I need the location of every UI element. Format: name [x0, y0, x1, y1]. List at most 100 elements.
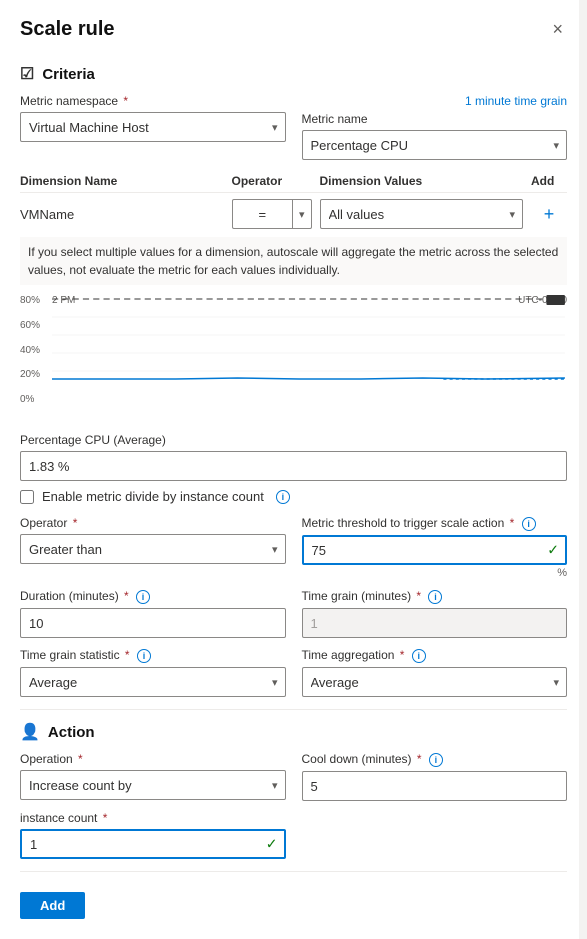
dim-header-add: Add: [531, 174, 567, 188]
dim-operator-chevron-icon[interactable]: ▾: [292, 200, 311, 228]
footer-divider: [20, 871, 567, 872]
operation-label: Operation *: [20, 752, 286, 766]
action-label: Action: [48, 724, 95, 741]
scrollbar[interactable]: [579, 0, 587, 939]
section-divider: [20, 709, 567, 710]
metric-name-col: 1 minute time grain Metric name Percenta…: [302, 94, 568, 160]
instance-count-col: instance count * ✓: [20, 811, 286, 859]
duration-timegrain-row: Duration (minutes) * i Time grain (minut…: [20, 589, 567, 638]
operation-col: Operation * Increase count by Decrease c…: [20, 752, 286, 801]
panel-header: Scale rule ×: [0, 0, 587, 52]
chart-svg: [52, 295, 567, 385]
threshold-info-icon[interactable]: i: [522, 517, 536, 531]
action-section-header: 👤 Action: [20, 722, 567, 742]
time-grain-input: [302, 608, 568, 638]
chart-y-labels: 80% 60% 40% 20% 0%: [20, 295, 52, 405]
dim-values-select[interactable]: All values: [320, 199, 524, 229]
enable-metric-divide-info-icon[interactable]: i: [276, 490, 290, 504]
metric-value-label: Percentage CPU (Average): [20, 433, 567, 447]
dim-values-select-wrapper: All values ▾: [320, 199, 524, 229]
chart-svg-area: [52, 295, 567, 385]
aggregation-select[interactable]: Average Min Max Sum Count Last: [302, 667, 568, 697]
aggregation-select-wrapper: Average Min Max Sum Count Last ▾: [302, 667, 568, 697]
operator-threshold-row: Operator * Greater than Greater than or …: [20, 516, 567, 579]
time-grain-statistic-col: Time grain statistic * i Average Min Max…: [20, 648, 286, 697]
dim-header-values: Dimension Values: [320, 174, 524, 188]
aggregation-info-icon[interactable]: i: [412, 649, 426, 663]
panel-content: ☑ Criteria Metric namespace * Virtual Ma…: [0, 64, 587, 939]
metric-namespace-select-wrapper: Virtual Machine Host ▾: [20, 112, 286, 142]
dimension-add-button[interactable]: +: [531, 204, 567, 225]
cooldown-input[interactable]: [302, 771, 568, 801]
metric-name-select-wrapper: Percentage CPU ▾: [302, 130, 568, 160]
enable-metric-divide-row: Enable metric divide by instance count i: [20, 489, 567, 504]
criteria-section-header: ☑ Criteria: [20, 64, 567, 84]
dimension-info-text: If you select multiple values for a dime…: [20, 237, 567, 285]
add-button[interactable]: Add: [20, 892, 85, 919]
metric-namespace-col: Metric namespace * Virtual Machine Host …: [20, 94, 286, 160]
cooldown-info-icon[interactable]: i: [429, 753, 443, 767]
operation-cooldown-row: Operation * Increase count by Decrease c…: [20, 752, 567, 801]
chart-y-label-60: 60%: [20, 320, 52, 331]
threshold-input-wrapper: ✓: [302, 535, 568, 565]
scale-rule-panel: Scale rule × ☑ Criteria Metric namespace…: [0, 0, 587, 939]
time-aggregation-col: Time aggregation * i Average Min Max Sum…: [302, 648, 568, 697]
dim-header-operator: Operator: [232, 174, 312, 188]
chart-container: 80% 60% 40% 20% 0%: [20, 295, 567, 425]
instance-count-input[interactable]: [20, 829, 286, 859]
chart-y-label-40: 40%: [20, 345, 52, 356]
metric-value-input[interactable]: [20, 451, 567, 481]
threshold-check-icon: ✓: [547, 542, 559, 559]
time-grain-statistic-label: Time grain statistic * i: [20, 648, 286, 663]
enable-metric-divide-label: Enable metric divide by instance count: [42, 489, 264, 504]
metric-namespace-select[interactable]: Virtual Machine Host: [20, 112, 286, 142]
duration-info-icon[interactable]: i: [136, 590, 150, 604]
instance-count-row: instance count * ✓: [20, 811, 567, 859]
dim-name-cell: VMName: [20, 202, 224, 227]
threshold-label: Metric threshold to trigger scale action…: [302, 516, 568, 531]
time-grain-info-icon[interactable]: i: [428, 590, 442, 604]
time-grain-label: Time grain (minutes) * i: [302, 589, 568, 604]
metric-namespace-label: Metric namespace *: [20, 94, 286, 108]
instance-count-spacer: [302, 811, 568, 859]
criteria-label: Criteria: [42, 66, 95, 83]
cooldown-col: Cool down (minutes) * i: [302, 752, 568, 801]
instance-count-label: instance count *: [20, 811, 286, 825]
threshold-col: Metric threshold to trigger scale action…: [302, 516, 568, 579]
dim-operator-wrapper[interactable]: = ▾: [232, 199, 312, 229]
threshold-input[interactable]: [302, 535, 568, 565]
duration-input[interactable]: [20, 608, 286, 638]
cooldown-label: Cool down (minutes) * i: [302, 752, 568, 767]
operation-select[interactable]: Increase count by Decrease count by Incr…: [20, 770, 286, 800]
statistic-info-icon[interactable]: i: [137, 649, 151, 663]
operation-select-wrapper: Increase count by Decrease count by Incr…: [20, 770, 286, 800]
chart-y-label-0: 0%: [20, 394, 52, 405]
time-grain-col: Time grain (minutes) * i: [302, 589, 568, 638]
operator-col: Operator * Greater than Greater than or …: [20, 516, 286, 579]
action-icon: 👤: [20, 722, 40, 742]
enable-metric-divide-checkbox[interactable]: [20, 490, 34, 504]
operator-select-wrapper: Greater than Greater than or equal to Le…: [20, 534, 286, 564]
instance-count-input-wrapper: ✓: [20, 829, 286, 859]
metric-name-select[interactable]: Percentage CPU: [302, 130, 568, 160]
chart-y-label-20: 20%: [20, 369, 52, 380]
chart-y-label-80: 80%: [20, 295, 52, 306]
operator-select[interactable]: Greater than Greater than or equal to Le…: [20, 534, 286, 564]
panel-title: Scale rule: [20, 18, 115, 41]
duration-col: Duration (minutes) * i: [20, 589, 286, 638]
time-aggregation-label: Time aggregation * i: [302, 648, 568, 663]
metric-name-label: Metric name: [302, 112, 568, 126]
statistic-select[interactable]: Average Min Max Sum: [20, 667, 286, 697]
instance-count-check-icon: ✓: [266, 836, 278, 853]
time-grain-label: 1 minute time grain: [302, 94, 568, 108]
metric-namespace-row: Metric namespace * Virtual Machine Host …: [20, 94, 567, 160]
table-row: VMName = ▾ All values ▾ +: [20, 199, 567, 229]
close-button[interactable]: ×: [548, 16, 567, 42]
dimension-header-row: Dimension Name Operator Dimension Values…: [20, 170, 567, 193]
statistic-select-wrapper: Average Min Max Sum ▾: [20, 667, 286, 697]
criteria-icon: ☑: [20, 64, 34, 84]
dim-operator-text: =: [233, 207, 292, 222]
operator-label: Operator *: [20, 516, 286, 530]
duration-label: Duration (minutes) * i: [20, 589, 286, 604]
dim-header-name: Dimension Name: [20, 174, 224, 188]
